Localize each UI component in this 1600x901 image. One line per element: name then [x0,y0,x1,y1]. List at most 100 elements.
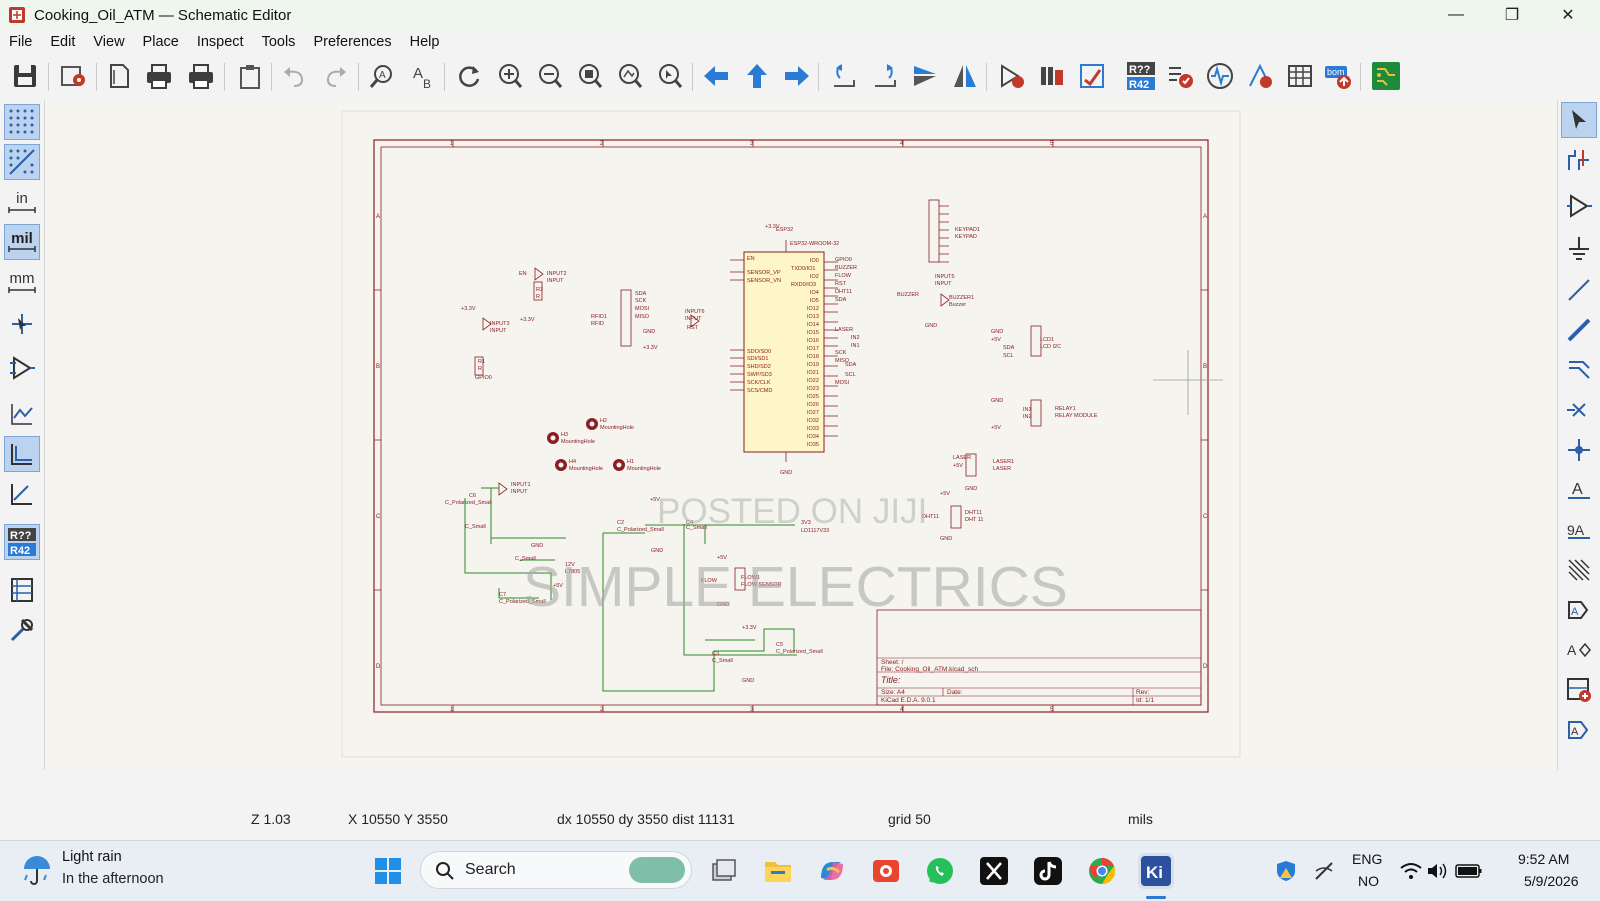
footprint-assign-icon[interactable] [1076,60,1108,92]
rfid-value: RFID [591,321,604,327]
units-mm-icon[interactable]: mm [4,264,40,300]
network-off-icon[interactable] [1306,853,1342,889]
app-red-icon[interactable] [868,853,904,889]
save-icon[interactable] [9,60,41,92]
global-label-icon[interactable]: 9A [1561,512,1597,548]
pcb-editor-icon[interactable] [1370,60,1402,92]
wire-icon[interactable] [1561,272,1597,308]
find-replace-icon[interactable]: AB [408,60,440,92]
print-icon[interactable] [143,60,175,92]
select-icon[interactable] [1561,102,1597,138]
rotate-ccw-icon[interactable] [828,60,860,92]
menu-place[interactable]: Place [134,34,188,50]
kicad-icon[interactable]: Ki [1138,853,1174,889]
navigate-up-icon[interactable] [741,60,773,92]
erc-icon[interactable] [1164,60,1196,92]
rotate-cw-icon[interactable] [869,60,901,92]
net-in2: IN2 [851,335,860,341]
bom-generate-icon[interactable]: bom [1322,60,1354,92]
esp32-pin-io25: IO25 [807,394,819,400]
menu-help[interactable]: Help [401,34,449,50]
units-inches-icon[interactable]: in [4,184,40,220]
navigate-back-icon[interactable] [700,60,732,92]
text-icon[interactable]: A [1561,592,1597,628]
redo-icon[interactable] [320,60,352,92]
clock-date[interactable]: 5/9/2026 [1524,873,1579,889]
paste-icon[interactable] [234,60,266,92]
power-port-icon[interactable] [1561,188,1597,224]
wifi-icon[interactable] [1398,853,1424,889]
zoom-out-icon[interactable] [534,60,566,92]
schematic-sheet[interactable]: 12345 12345 ABCD ABCD ESP32 ESP32-WROOM-… [45,100,1556,770]
file-explorer-icon[interactable] [760,853,796,889]
annotate-icon[interactable]: R?? R42 [1124,60,1158,92]
annotation-icon[interactable]: R?? R42 [4,524,40,560]
menu-file[interactable]: File [0,34,41,50]
navigate-forward-icon[interactable] [781,60,813,92]
whatsapp-icon[interactable] [922,853,958,889]
windows-start-icon[interactable] [370,853,406,889]
hierarchical-label-icon[interactable] [1561,552,1597,588]
volume-icon[interactable] [1424,853,1450,889]
menu-preferences[interactable]: Preferences [304,34,400,50]
symbol-place-icon[interactable] [1561,142,1597,178]
line-mode-90-icon[interactable] [4,436,40,472]
find-icon[interactable]: A [366,60,398,92]
junction-icon[interactable] [1561,432,1597,468]
zoom-fit-icon[interactable] [574,60,606,92]
menu-tools[interactable]: Tools [253,34,305,50]
copilot-icon[interactable] [814,853,850,889]
line-mode-free-icon[interactable] [4,396,40,432]
page-settings-icon[interactable] [103,60,135,92]
close-button[interactable]: ✕ [1540,0,1596,30]
field-editor-icon[interactable] [1244,60,1276,92]
chrome-icon[interactable] [1084,853,1120,889]
tiktok-icon[interactable] [1030,853,1066,889]
grid-dots-icon[interactable] [4,104,40,140]
battery-icon[interactable] [1454,853,1484,889]
schematic-setup-icon[interactable] [57,60,89,92]
bus-icon[interactable] [1561,312,1597,348]
esp32-pin-io0: IO0 [810,258,819,264]
language-code[interactable]: ENG [1352,851,1382,867]
pin-icon[interactable]: A [1561,712,1597,748]
properties-icon[interactable] [4,612,40,648]
plot-icon[interactable] [185,60,217,92]
ground-icon[interactable] [1561,230,1597,266]
net-label-icon[interactable]: A [1561,472,1597,508]
mirror-vertical-icon[interactable] [909,60,941,92]
taskbar-search-box[interactable]: Search [420,851,692,889]
schematic-canvas[interactable]: 12345 12345 ABCD ABCD ESP32 ESP32-WROOM-… [45,100,1556,770]
zoom-objects-icon[interactable] [614,60,646,92]
bom-table-icon[interactable] [1284,60,1316,92]
hierarchy-navigator-icon[interactable] [4,572,40,608]
task-view-icon[interactable] [706,853,742,889]
image-icon[interactable] [1561,672,1597,708]
minimize-button[interactable]: — [1428,0,1484,30]
defender-icon[interactable] [1268,853,1304,889]
bus-entry-icon[interactable] [1561,352,1597,388]
hidden-pins-icon[interactable] [4,350,40,386]
clock-time[interactable]: 9:52 AM [1518,851,1569,867]
cursor-cross-icon[interactable] [4,306,40,342]
simulator-icon[interactable] [1204,60,1236,92]
sheet-icon[interactable]: A [1561,632,1597,668]
symbol-browser-icon[interactable] [1036,60,1068,92]
x-icon[interactable] [976,853,1012,889]
undo-icon[interactable] [278,60,310,92]
no-connect-icon[interactable] [1561,392,1597,428]
maximize-button[interactable]: ❐ [1484,0,1540,30]
menu-inspect[interactable]: Inspect [188,34,253,50]
grid-overrides-icon[interactable] [4,144,40,180]
refresh-icon[interactable] [453,60,485,92]
menu-view[interactable]: View [84,34,133,50]
zoom-in-icon[interactable] [494,60,526,92]
units-mils-icon[interactable]: mil [4,224,40,260]
keyboard-layout[interactable]: NO [1358,873,1379,889]
line-mode-45-icon[interactable] [4,476,40,512]
mirror-horizontal-icon[interactable] [949,60,981,92]
weather-widget[interactable]: Light rain In the afternoon [0,841,200,901]
symbol-editor-icon[interactable] [996,60,1028,92]
zoom-selection-icon[interactable] [654,60,686,92]
menu-edit[interactable]: Edit [41,34,84,50]
